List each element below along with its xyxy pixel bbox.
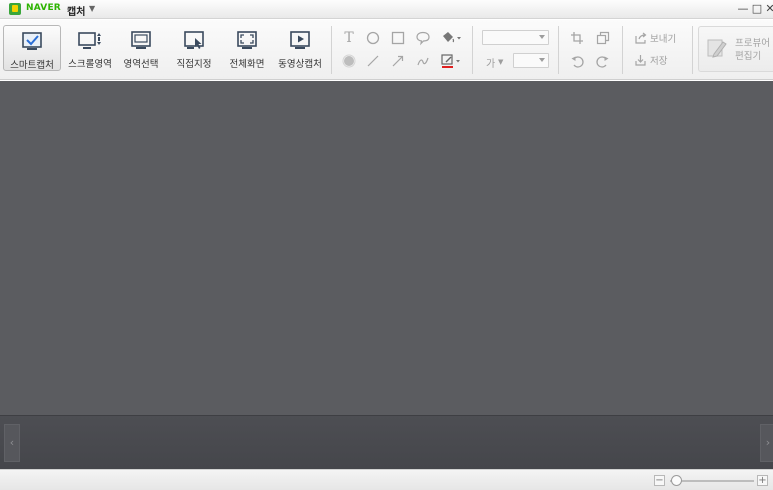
toolbar-divider <box>331 26 332 74</box>
capture-canvas[interactable] <box>0 81 773 415</box>
region-select-label: 영역선택 <box>123 59 159 70</box>
fullscreen-label: 전체화면 <box>229 59 265 70</box>
zoom-slider-track[interactable] <box>670 480 754 482</box>
strip-scroll-right-button[interactable]: › <box>760 424 773 462</box>
minimize-button[interactable]: — <box>737 2 749 16</box>
toolbar-divider <box>692 26 693 74</box>
fullscreen-icon <box>236 31 258 54</box>
font-size-label: 가 <box>486 59 496 70</box>
pro-viewer-editor-button[interactable]: 프로뷰어 편집기 <box>698 26 773 72</box>
arrow-tool-icon[interactable] <box>389 52 407 70</box>
video-capture-label: 동영상캡처 <box>278 59 322 70</box>
send-button[interactable]: 보내기 <box>634 31 676 45</box>
font-size-select[interactable] <box>513 53 549 68</box>
status-bar: − + <box>0 469 773 490</box>
send-icon <box>635 32 647 44</box>
freehand-tool-icon[interactable] <box>414 52 432 70</box>
region-select-icon <box>130 31 152 54</box>
undo-icon[interactable] <box>568 52 586 70</box>
scroll-area-label: 스크롤영역 <box>68 59 112 70</box>
naver-capture-logo-icon <box>9 3 21 15</box>
video-capture-icon <box>289 31 311 54</box>
smart-capture-label: 스마트캡처 <box>10 60 54 71</box>
video-capture-button[interactable]: 동영상캡처 <box>274 25 326 71</box>
pro-viewer-label: 프로뷰어 편집기 <box>735 38 770 62</box>
direct-specify-label: 직접지정 <box>176 59 212 70</box>
pen-color-icon[interactable] <box>439 52 463 70</box>
direct-specify-icon <box>183 31 205 54</box>
chevron-right-icon: › <box>765 436 771 449</box>
maximize-button[interactable]: □ <box>751 2 763 16</box>
toolbar-divider <box>558 26 559 74</box>
send-label: 보내기 <box>650 34 677 45</box>
line-tool-icon[interactable] <box>364 52 382 70</box>
speech-bubble-icon[interactable] <box>414 29 432 47</box>
toolbar-divider <box>472 26 473 74</box>
close-button[interactable]: ✕ <box>764 2 773 16</box>
scroll-area-icon <box>78 31 102 54</box>
smart-capture-icon <box>21 32 43 55</box>
pro-viewer-icon <box>706 37 728 59</box>
zoom-in-button[interactable]: + <box>757 475 768 486</box>
blur-tool-icon[interactable] <box>340 52 358 70</box>
fullscreen-button[interactable]: 전체화면 <box>224 25 270 71</box>
zoom-out-button[interactable]: − <box>654 475 665 486</box>
redo-icon[interactable] <box>594 52 612 70</box>
title-bar: NAVER 캡처 ▼ — □ ✕ <box>0 0 773 19</box>
toolbar: 스마트캡처 스크롤영역 영역선택 직접지정 전체화면 동영상캡처 T 가 ▼ 보… <box>0 20 773 80</box>
zoom-slider-thumb[interactable] <box>671 475 683 486</box>
brand-name: NAVER <box>26 3 61 13</box>
fill-bucket-icon[interactable] <box>439 29 463 47</box>
font-family-select[interactable] <box>482 30 549 45</box>
strip-scroll-left-button[interactable]: ‹ <box>4 424 20 462</box>
toolbar-divider <box>622 26 623 74</box>
region-select-button[interactable]: 영역선택 <box>117 25 165 71</box>
thumbnail-strip: ‹ › <box>0 415 773 469</box>
smart-capture-button[interactable]: 스마트캡처 <box>3 25 61 71</box>
rectangle-tool-icon[interactable] <box>389 29 407 47</box>
chevron-left-icon: ‹ <box>9 436 15 449</box>
direct-specify-button[interactable]: 직접지정 <box>170 25 218 71</box>
text-tool-icon[interactable]: T <box>340 29 358 47</box>
save-label: 저장 <box>650 56 668 67</box>
font-size-dropdown-icon[interactable]: ▼ <box>498 58 503 66</box>
resize-icon[interactable] <box>594 29 612 47</box>
scroll-area-button[interactable]: 스크롤영역 <box>64 25 116 71</box>
circle-tool-icon[interactable] <box>364 29 382 47</box>
app-title: 캡처 <box>67 7 86 18</box>
save-icon <box>635 55 646 66</box>
save-button[interactable]: 저장 <box>634 53 667 67</box>
crop-icon[interactable] <box>568 29 586 47</box>
app-menu-dropdown-icon[interactable]: ▼ <box>89 4 95 13</box>
